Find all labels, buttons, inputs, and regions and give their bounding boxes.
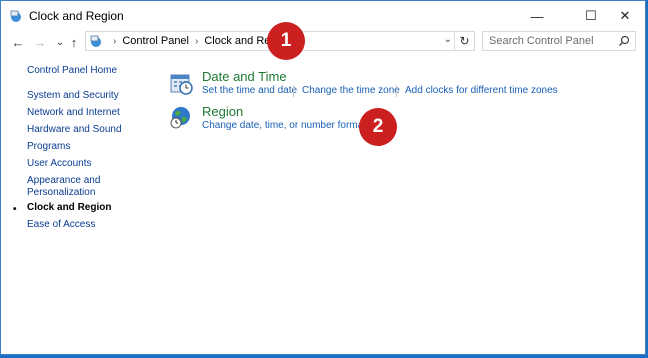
sidebar-item-user-accounts[interactable]: User Accounts xyxy=(27,158,91,170)
sidebar-item-network-and-internet[interactable]: Network and Internet xyxy=(27,107,120,119)
navigation-bar: ← → ⌄ ↑ › Control Panel › Clock and Regi… xyxy=(1,31,645,53)
region-title[interactable]: Region xyxy=(202,104,243,119)
search-placeholder: Search Control Panel xyxy=(489,35,594,47)
sidebar-item-programs[interactable]: Programs xyxy=(27,141,70,153)
link-divider xyxy=(396,85,397,97)
sidebar-item-clock-and-region[interactable]: • Clock and Region xyxy=(13,202,112,215)
active-bullet-icon: • xyxy=(13,204,17,215)
add-clocks-link[interactable]: Add clocks for different time zones xyxy=(405,85,558,96)
back-button[interactable]: ← xyxy=(9,33,27,51)
sidebar-item-control-panel-home[interactable]: Control Panel Home xyxy=(27,65,117,77)
change-formats-link[interactable]: Change date, time, or number formats xyxy=(202,120,371,131)
calendar-clock-icon xyxy=(169,71,193,95)
date-and-time-title[interactable]: Date and Time xyxy=(202,69,287,84)
control-panel-icon xyxy=(89,34,103,48)
sidebar-item-label: Clock and Region xyxy=(27,202,112,213)
globe-clock-icon xyxy=(169,105,193,129)
minimize-button[interactable]: — xyxy=(515,1,559,31)
title-bar[interactable]: Clock and Region — ☐ ✕ xyxy=(1,1,645,31)
search-input[interactable]: Search Control Panel xyxy=(482,31,636,51)
control-panel-icon xyxy=(9,9,23,23)
sidebar-item-appearance-and-personalization[interactable]: Appearance and Personalization xyxy=(27,175,100,199)
sidebar-item-system-and-security[interactable]: System and Security xyxy=(27,90,119,102)
control-panel-window: Clock and Region — ☐ ✕ ← → ⌄ ↑ › Control… xyxy=(0,0,646,355)
change-time-zone-link[interactable]: Change the time zone xyxy=(302,85,400,96)
close-button[interactable]: ✕ xyxy=(603,1,647,31)
breadcrumb-separator-icon: › xyxy=(195,35,199,47)
breadcrumb-control-panel[interactable]: Control Panel xyxy=(122,35,189,47)
refresh-button[interactable]: ↻ xyxy=(454,32,474,50)
window-title: Clock and Region xyxy=(29,9,124,23)
forward-button[interactable]: → xyxy=(31,33,49,51)
sidebar-item-label: Personalization xyxy=(27,187,96,198)
sidebar-item-label: Appearance and xyxy=(27,175,101,186)
set-time-and-date-link[interactable]: Set the time and date xyxy=(202,85,297,96)
search-icon[interactable] xyxy=(618,35,630,47)
link-divider xyxy=(293,85,294,97)
sidebar-item-ease-of-access[interactable]: Ease of Access xyxy=(27,219,95,231)
sidebar-item-hardware-and-sound[interactable]: Hardware and Sound xyxy=(27,124,122,136)
annotation-marker-1: 1 xyxy=(267,22,305,60)
up-button[interactable]: ↑ xyxy=(65,33,83,51)
annotation-marker-2: 2 xyxy=(359,108,397,146)
breadcrumb-separator-icon: › xyxy=(113,35,117,47)
chevron-down-icon[interactable]: ⌄ xyxy=(444,34,452,45)
